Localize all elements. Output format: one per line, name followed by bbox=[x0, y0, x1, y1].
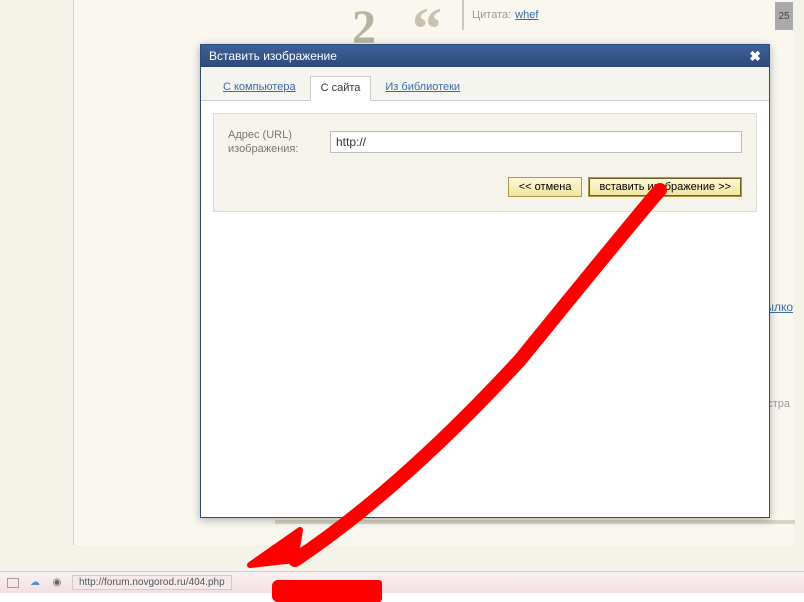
tab-from-library[interactable]: Из библиотеки bbox=[375, 76, 470, 101]
right-partial-text: стра bbox=[767, 398, 790, 410]
statusbar-url: http://forum.novgorod.ru/404.php bbox=[72, 575, 232, 590]
tab-from-computer[interactable]: С компьютера bbox=[213, 76, 306, 101]
window-icon[interactable] bbox=[6, 576, 20, 590]
quote-line: Цитата: whef bbox=[462, 0, 538, 30]
dialog-body: Адрес (URL) изображения: << отмена встав… bbox=[213, 113, 757, 212]
insert-image-button[interactable]: вставить изображение >> bbox=[588, 177, 742, 197]
divider bbox=[275, 520, 795, 524]
globe-icon[interactable]: ◉ bbox=[50, 576, 64, 590]
dialog-tabs: С компьютера С сайта Из библиотеки bbox=[201, 67, 769, 101]
quote-prefix: Цитата: bbox=[472, 9, 511, 21]
cancel-button[interactable]: << отмена bbox=[508, 177, 583, 197]
url-label: Адрес (URL) изображения: bbox=[228, 128, 318, 157]
insert-image-dialog: Вставить изображение ✖ С компьютера С са… bbox=[200, 44, 770, 518]
avatar-badge: 25 bbox=[775, 2, 793, 30]
dialog-titlebar[interactable]: Вставить изображение ✖ bbox=[201, 45, 769, 67]
image-url-input[interactable] bbox=[330, 131, 742, 153]
tab-from-site[interactable]: С сайта bbox=[310, 76, 372, 101]
browser-statusbar: ☁ ◉ http://forum.novgorod.ru/404.php bbox=[0, 571, 804, 593]
close-icon[interactable]: ✖ bbox=[749, 48, 761, 65]
quote-user-link[interactable]: whef bbox=[515, 9, 538, 21]
cloud-icon[interactable]: ☁ bbox=[28, 576, 42, 590]
dialog-title: Вставить изображение bbox=[209, 49, 337, 63]
